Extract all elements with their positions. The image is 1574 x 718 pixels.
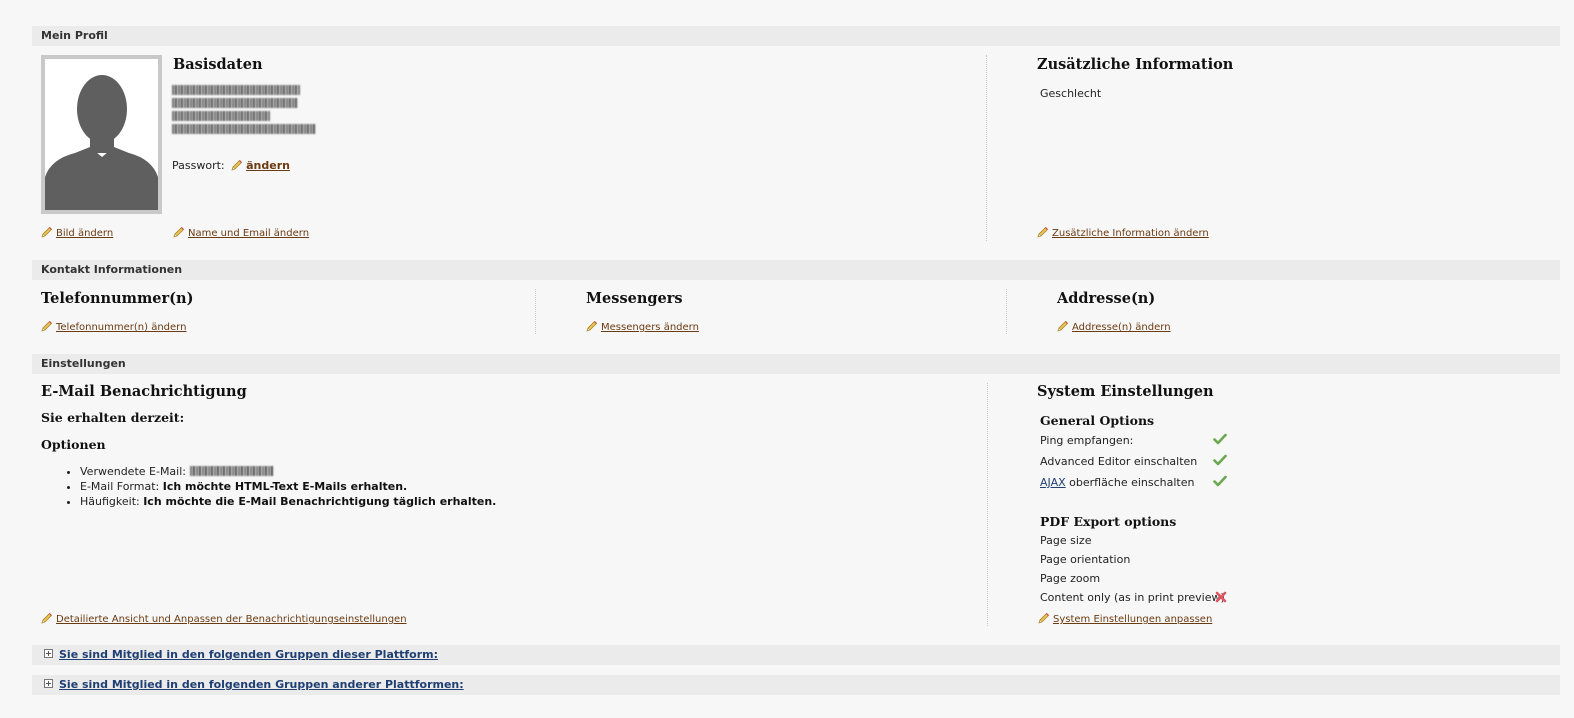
ajax-label: oberfläche einschalten — [1065, 476, 1195, 489]
groups-other-platforms-bar[interactable]: Sie sind Mitglied in den folgenden Grupp… — [32, 675, 1560, 695]
expand-icon[interactable] — [44, 679, 53, 688]
page-orientation-label: Page orientation — [1040, 553, 1131, 566]
change-address-link[interactable]: Addresse(n) ändern — [1057, 320, 1171, 333]
avatar-silhouette — [45, 59, 158, 210]
settings-section-header: Einstellungen — [32, 354, 1560, 374]
groups-this-platform-link[interactable]: Sie sind Mitglied in den folgenden Grupp… — [59, 648, 438, 661]
ping-label: Ping empfangen: — [1040, 434, 1134, 447]
change-address-label: Addresse(n) ändern — [1072, 322, 1171, 333]
change-messengers-label: Messengers ändern — [601, 322, 699, 333]
messengers-title: Messengers — [586, 290, 683, 307]
pencil-icon — [1037, 226, 1049, 238]
system-settings-title: System Einstellungen — [1037, 383, 1214, 400]
change-name-email-label: Name und Email ändern — [188, 228, 310, 239]
change-extra-info-link[interactable]: Zusätzliche Information ändern — [1037, 226, 1209, 239]
change-picture-link[interactable]: Bild ändern — [41, 226, 113, 239]
content-only-label: Content only (as in print preview) — [1040, 591, 1225, 604]
ajax-row: AJAX oberfläche einschalten — [1040, 476, 1195, 489]
page-zoom-label: Page zoom — [1040, 572, 1101, 585]
format-label: E-Mail Format: — [80, 480, 160, 493]
profile-page: Mein Profil Basisdaten Passwort: ändern … — [0, 0, 1574, 718]
list-item: Häufigkeit: Ich möchte die E-Mail Benach… — [80, 494, 496, 509]
frequency-value: Ich möchte die E-Mail Benachrichtigung t… — [143, 495, 497, 508]
redacted-email — [189, 466, 274, 476]
system-settings-link[interactable]: System Einstellungen anpassen — [1038, 612, 1212, 625]
expand-icon[interactable] — [44, 649, 53, 658]
profile-divider — [986, 55, 987, 241]
check-icon — [1213, 454, 1227, 466]
system-settings-label: System Einstellungen anpassen — [1053, 614, 1213, 625]
check-icon — [1213, 475, 1227, 487]
profile-section-header: Mein Profil — [32, 26, 1560, 46]
password-row: Passwort: ändern — [172, 159, 290, 172]
change-messengers-link[interactable]: Messengers ändern — [586, 320, 699, 333]
contact-divider-1 — [535, 289, 536, 334]
ajax-link[interactable]: AJAX — [1040, 476, 1066, 489]
check-icon — [1213, 433, 1227, 445]
general-options-title: General Options — [1040, 413, 1155, 428]
advanced-editor-label: Advanced Editor einschalten — [1040, 455, 1198, 468]
change-phone-label: Telefonnummer(n) ändern — [56, 322, 187, 333]
pencil-icon — [1057, 320, 1069, 332]
extra-info-title: Zusätzliche Information — [1037, 56, 1234, 73]
change-phone-link[interactable]: Telefonnummer(n) ändern — [41, 320, 186, 333]
pencil-icon — [41, 612, 53, 624]
page-size-label: Page size — [1040, 534, 1092, 547]
address-title: Addresse(n) — [1057, 290, 1156, 307]
list-item: Verwendete E-Mail: — [80, 464, 496, 479]
cross-icon — [1215, 591, 1227, 603]
current-label: Sie erhalten derzeit: — [41, 410, 185, 425]
pdf-options-title: PDF Export options — [1040, 514, 1177, 529]
change-picture-label: Bild ändern — [56, 228, 114, 239]
password-label: Passwort: — [172, 159, 225, 172]
redacted-basic-data — [172, 85, 318, 137]
pencil-icon — [586, 320, 598, 332]
change-password-link[interactable]: ändern — [246, 159, 290, 172]
pencil-icon — [173, 226, 185, 238]
basic-data-title: Basisdaten — [173, 56, 263, 73]
groups-other-platforms-link[interactable]: Sie sind Mitglied in den folgenden Grupp… — [59, 678, 464, 691]
email-options-list: Verwendete E-Mail: E-Mail Format: Ich mö… — [62, 464, 496, 509]
contact-section-header: Kontakt Informationen — [32, 260, 1560, 280]
change-extra-info-label: Zusätzliche Information ändern — [1052, 228, 1209, 239]
pencil-icon — [41, 226, 53, 238]
list-item: E-Mail Format: Ich möchte HTML-Text E-Ma… — [80, 479, 496, 494]
frequency-label: Häufigkeit: — [80, 495, 140, 508]
used-email-label: Verwendete E-Mail: — [80, 465, 186, 478]
pencil-icon — [41, 320, 53, 332]
avatar — [41, 55, 162, 214]
settings-divider — [987, 383, 988, 626]
email-notification-title: E-Mail Benachrichtigung — [41, 383, 247, 400]
contact-divider-2 — [1006, 289, 1007, 334]
gender-label: Geschlecht — [1040, 87, 1102, 100]
notification-detail-link[interactable]: Detailierte Ansicht und Anpassen der Ben… — [41, 612, 407, 625]
groups-this-platform-bar[interactable]: Sie sind Mitglied in den folgenden Grupp… — [32, 645, 1560, 665]
options-title: Optionen — [41, 437, 106, 452]
notification-detail-label: Detailierte Ansicht und Anpassen der Ben… — [56, 614, 407, 625]
phone-title: Telefonnummer(n) — [41, 290, 194, 307]
pencil-icon — [1038, 612, 1050, 624]
change-name-email-link[interactable]: Name und Email ändern — [173, 226, 309, 239]
pencil-icon — [231, 159, 243, 171]
format-value: Ich möchte HTML-Text E-Mails erhalten. — [162, 480, 408, 493]
